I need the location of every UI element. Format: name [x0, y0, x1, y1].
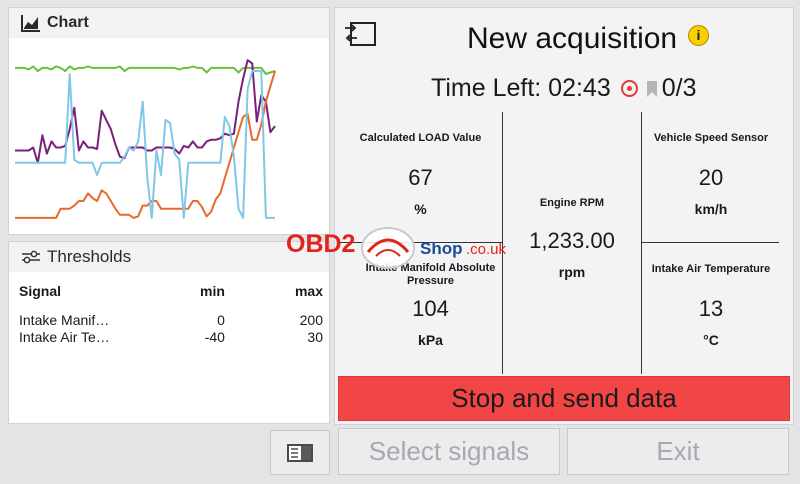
line-chart-icon — [21, 15, 40, 32]
signal-unit: kPa — [418, 332, 443, 348]
signal-name: Engine RPM — [539, 197, 605, 209]
signal-name: Vehicle Speed Sensor — [653, 132, 769, 144]
panel-toggle-button[interactable] — [270, 430, 330, 475]
signal-cell-iat: Intake Air Temperature 13 °C — [642, 263, 780, 348]
thresholds-table: Signal min max Intake Manif… 0 200 Intak… — [19, 282, 323, 345]
signal-value: 13 — [698, 296, 724, 321]
acquisition-panel: New acquisition i Time Left: 02:43 0/3 C… — [334, 7, 794, 425]
threshold-min: -40 — [204, 328, 225, 345]
signal-cell-load: Calculated LOAD Value 67 % — [339, 132, 502, 217]
marker-count: 0/3 — [661, 74, 697, 102]
signal-name: Calculated LOAD Value — [359, 132, 482, 144]
column-header-min: min — [200, 282, 225, 299]
table-row[interactable]: Intake Air Te… -40 30 — [19, 328, 323, 345]
chart-header: Chart — [9, 8, 329, 38]
info-icon[interactable]: i — [688, 25, 709, 46]
stop-and-send-button[interactable]: Stop and send data — [338, 376, 790, 421]
column-header-signal: Signal — [19, 282, 62, 299]
select-signals-button[interactable]: Select signals — [338, 428, 560, 475]
signal-cell-map: Intake Manifold Absolute Pressure 104 kP… — [359, 262, 502, 348]
watermark-domain: .co.uk — [466, 241, 507, 258]
table-header-row: Signal min max — [19, 282, 323, 299]
car-logo-icon — [361, 227, 415, 269]
table-row[interactable]: Intake Manif… 0 200 — [19, 311, 323, 328]
chart-title: Chart — [47, 14, 89, 31]
threshold-signal: Intake Manif… — [19, 311, 110, 328]
time-status: Time Left: 02:43 0/3 — [431, 74, 697, 103]
signal-value: 67 — [408, 165, 433, 190]
thresholds-panel: Thresholds Signal min max Intake Manif… … — [8, 241, 330, 424]
thresholds-title: Thresholds — [47, 247, 132, 266]
threshold-min: 0 — [217, 311, 225, 328]
page-title: New acquisition — [467, 22, 678, 55]
watermark-brand: OBD2 — [286, 230, 356, 258]
signal-cell-speed: Vehicle Speed Sensor 20 km/h — [642, 132, 780, 217]
signal-value: 104 — [412, 296, 449, 321]
grid-divider — [641, 242, 779, 243]
signal-name: Intake Air Temperature — [651, 263, 771, 275]
threshold-signal: Intake Air Te… — [19, 328, 110, 345]
threshold-max: 30 — [307, 328, 323, 345]
signal-unit: % — [414, 201, 427, 217]
sliders-icon — [22, 250, 40, 264]
exit-button[interactable]: Exit — [567, 428, 789, 475]
threshold-max: 200 — [299, 311, 323, 328]
watermark: OBD2 Shop .co.uk — [286, 222, 526, 272]
signal-unit: °C — [703, 332, 719, 348]
signal-chart — [15, 59, 276, 219]
watermark-shop: Shop — [420, 239, 463, 258]
column-header-max: max — [294, 282, 323, 299]
time-left-label: Time Left: 02:43 — [431, 74, 611, 102]
chart-series-line-0 — [15, 65, 276, 75]
signal-value: 20 — [698, 165, 724, 190]
sidebar-panel-icon — [287, 443, 313, 462]
bookmark-icon — [646, 80, 657, 97]
screen-switch-icon[interactable] — [343, 20, 377, 48]
chart-panel: Chart — [8, 7, 330, 235]
signal-unit: km/h — [694, 201, 728, 217]
record-icon — [620, 80, 638, 97]
thresholds-header: Thresholds — [9, 242, 329, 272]
